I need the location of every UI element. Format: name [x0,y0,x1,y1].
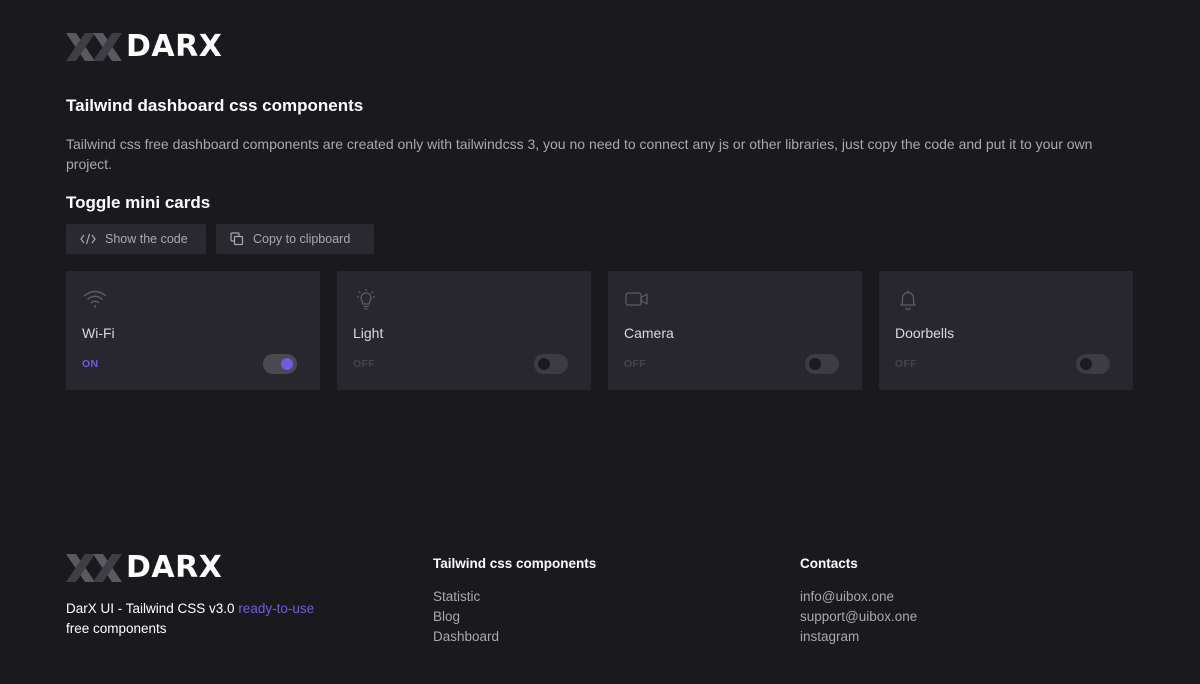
section-title: Toggle mini cards [66,193,211,212]
footer-brand-logo[interactable]: DARX [66,553,222,583]
brand-name: DARX [126,29,223,64]
toggle-knob [1080,358,1092,370]
footer-link-support-email[interactable]: support@uibox.one [800,607,917,627]
footer-link-instagram[interactable]: instagram [800,627,917,647]
wifi-icon [83,290,107,308]
card-wifi: Wi-Fi ON [66,271,320,390]
card-light: Light OFF [337,271,591,390]
footer-contacts-column: Contacts info@uibox.one support@uibox.on… [800,556,917,647]
page-description: Tailwind css free dashboard components a… [66,136,1093,172]
logo-mark-icon [66,554,122,582]
tagline-suffix: free components [66,621,167,636]
bell-icon [900,290,916,311]
camera-toggle[interactable] [805,354,839,374]
toggle-knob [809,358,821,370]
footer-link-dashboard[interactable]: Dashboard [433,627,596,647]
doorbells-toggle[interactable] [1076,354,1110,374]
page-title: Tailwind dashboard css components [66,96,364,115]
lightbulb-icon [357,289,375,310]
card-state: OFF [895,358,917,370]
brand-name: DARX [126,550,223,585]
toggle-knob [538,358,550,370]
logo-mark-icon [66,33,122,61]
footer-components-title: Tailwind css components [433,556,597,571]
footer-link-info-email[interactable]: info@uibox.one [800,587,917,607]
show-code-button[interactable]: Show the code [66,224,206,254]
code-icon [80,233,96,245]
card-doorbells: Doorbells OFF [879,271,1133,390]
card-name: Doorbells [895,325,955,341]
card-state: ON [82,358,99,370]
brand-logo[interactable]: DARX [66,32,222,62]
card-name: Light [353,325,384,341]
footer-components-column: Tailwind css components Statistic Blog D… [433,556,596,647]
card-state: OFF [624,358,646,370]
card-state: OFF [353,358,375,370]
tagline-accent: ready-to-use [238,601,315,616]
card-name: Camera [624,325,674,341]
light-toggle[interactable] [534,354,568,374]
copy-icon [230,232,244,246]
copy-to-clipboard-button[interactable]: Copy to clipboard [216,224,374,254]
footer-contacts-title: Contacts [800,556,858,571]
toggle-knob [281,358,293,370]
show-code-label: Show the code [105,232,188,246]
footer-link-blog[interactable]: Blog [433,607,596,627]
video-camera-icon [625,292,648,306]
footer-tagline: DarX UI - Tailwind CSS v3.0 ready-to-use… [66,599,386,639]
tagline-prefix: DarX UI - Tailwind CSS v3.0 [66,601,239,616]
wifi-toggle[interactable] [263,354,297,374]
card-camera: Camera OFF [608,271,862,390]
card-name: Wi-Fi [82,325,115,341]
footer-link-statistic[interactable]: Statistic [433,587,596,607]
copy-label: Copy to clipboard [253,232,351,246]
